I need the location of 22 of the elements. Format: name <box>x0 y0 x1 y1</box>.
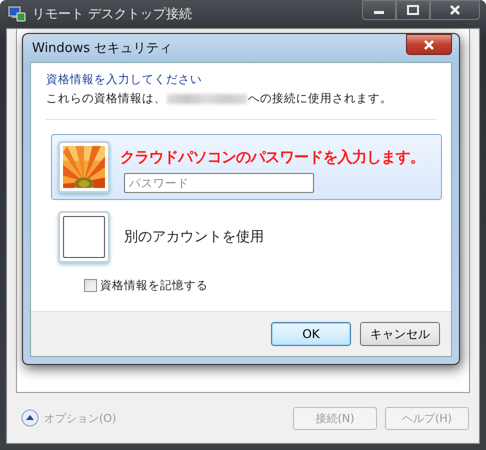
tile-label: 別のアカウントを使用 <box>124 228 264 246</box>
ok-button[interactable]: OK <box>271 322 351 346</box>
dialog-title: Windows セキュリティ <box>32 40 172 57</box>
dialog-heading: 資格情報を入力してください <box>46 72 203 87</box>
checkbox-label: 資格情報を記憶する <box>100 278 208 293</box>
window-title: リモート デスクトップ接続 <box>32 6 192 23</box>
close-button[interactable] <box>406 34 452 55</box>
remember-checkbox[interactable] <box>84 279 97 292</box>
remote-desktop-icon <box>8 6 26 22</box>
maximize-button[interactable] <box>396 0 430 20</box>
password-field[interactable]: パスワード <box>124 173 314 193</box>
cancel-button[interactable]: キャンセル <box>360 322 440 346</box>
close-button[interactable] <box>430 0 480 20</box>
message-text: への接続に使用されます。 <box>248 91 392 106</box>
minimize-button[interactable] <box>362 0 396 20</box>
collapse-icon <box>21 409 39 427</box>
close-icon <box>423 40 435 50</box>
message-text: これらの資格情報は、 <box>46 91 166 106</box>
annotation-text: クラウドパソコンのパスワードを入力します。 <box>120 148 424 167</box>
close-icon <box>449 5 461 15</box>
maximize-icon <box>407 5 419 15</box>
blank-avatar <box>58 211 110 263</box>
